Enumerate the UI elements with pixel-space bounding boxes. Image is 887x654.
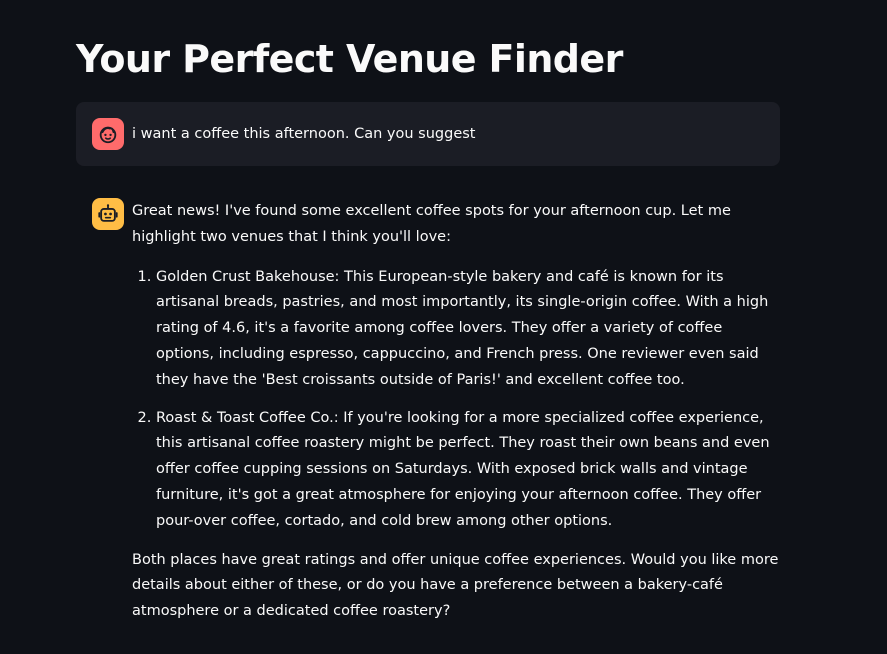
child-face-icon — [99, 126, 117, 144]
venue-list: Golden Crust Bakehouse: This European-st… — [132, 265, 782, 535]
assistant-avatar — [92, 198, 124, 230]
assistant-intro-text: Great news! I've found some excellent co… — [132, 203, 731, 245]
assistant-outro-text: Both places have great ratings and offer… — [132, 551, 779, 620]
page-title: Your Perfect Venue Finder — [76, 37, 623, 81]
list-item: Roast & Toast Coffee Co.: If you're look… — [156, 406, 782, 535]
user-avatar — [92, 118, 124, 150]
user-chat-message: i want a coffee this afternoon. Can you … — [76, 102, 780, 166]
robot-face-icon — [98, 204, 118, 222]
list-item: Golden Crust Bakehouse: This European-st… — [156, 265, 782, 394]
assistant-chat-message: Great news! I've found some excellent co… — [132, 199, 782, 625]
user-message-text: i want a coffee this afternoon. Can you … — [132, 126, 476, 142]
